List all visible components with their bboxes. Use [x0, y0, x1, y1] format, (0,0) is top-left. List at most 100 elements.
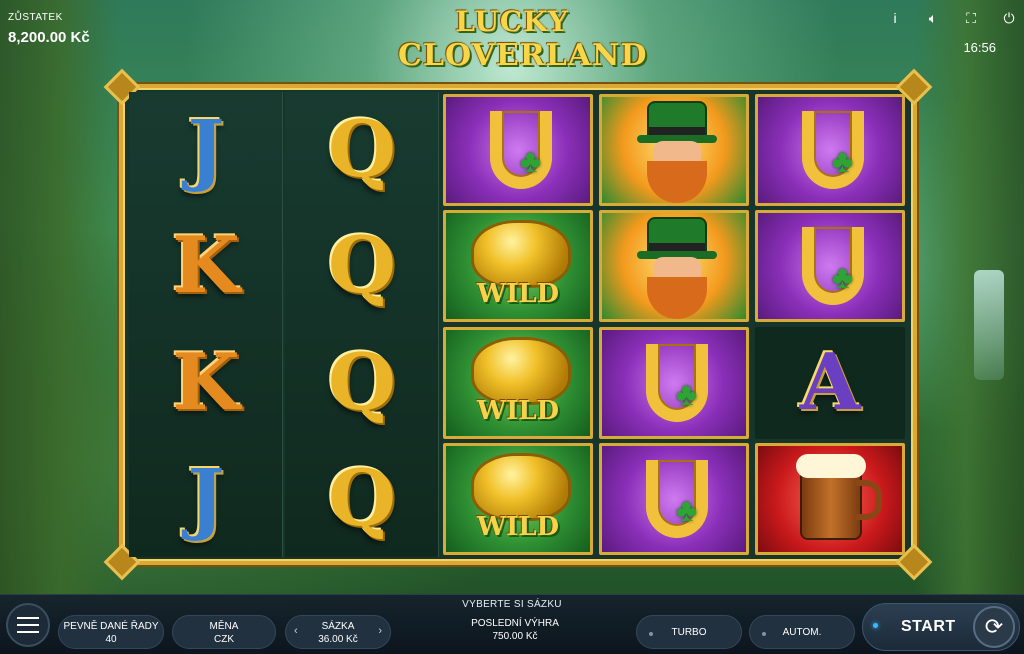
reels: JKKJ QQQQ ♣ WILD WILD WILD ♣ ♣ ♣ ♣ A — [129, 92, 907, 557]
start-label: START — [901, 618, 956, 635]
symbol-letter: Q — [328, 453, 396, 545]
reel-3: ♣ WILD WILD WILD — [441, 92, 595, 557]
symbol-letter: A — [799, 336, 861, 428]
symbol-horseshoe: ♣ — [597, 325, 751, 441]
bet-selector: ‹ SÁZKA 36.00 Kč › — [285, 615, 391, 649]
currency-value: CZK — [214, 634, 234, 645]
symbol-horseshoe: ♣ — [597, 442, 751, 558]
beer-mug-tile — [755, 443, 905, 556]
pot-of-gold-icon — [474, 456, 568, 519]
last-win: POSLEDNÍ VÝHRA 750.00 Kč — [440, 617, 590, 643]
symbol-letter: K — [172, 220, 240, 312]
clover-icon: ♣ — [520, 142, 541, 179]
fixed-lines-value: 40 — [105, 634, 117, 645]
currency-label: MĚNA — [209, 621, 239, 632]
reel-4: ♣ ♣ — [597, 92, 751, 557]
symbol-letter: J — [187, 453, 225, 545]
horseshoe-tile: ♣ — [599, 443, 749, 556]
symbol-k: K — [129, 325, 283, 441]
symbol-q: Q — [285, 209, 439, 325]
fixed-lines-label: PEVNĚ DANÉ ŘADY — [63, 621, 159, 632]
menu-button[interactable] — [6, 603, 50, 647]
reel-5: ♣ ♣ A — [753, 92, 907, 557]
turbo-label: TURBO — [671, 627, 707, 638]
pot-of-gold-icon — [474, 339, 568, 402]
reel-frame: JKKJ QQQQ ♣ WILD WILD WILD ♣ ♣ ♣ ♣ A — [103, 68, 933, 581]
currency-button[interactable]: MĚNA CZK — [172, 615, 276, 649]
balance-value: 8,200.00 Kč — [8, 29, 90, 46]
turbo-button[interactable]: TURBO — [636, 615, 742, 649]
wild-tile: WILD — [443, 210, 593, 323]
symbol-wild: WILD — [441, 442, 595, 558]
symbol-q: Q — [285, 92, 439, 208]
symbol-letter: Q — [328, 336, 396, 428]
symbol-leprechaun — [597, 92, 751, 208]
symbol-leprechaun — [597, 209, 751, 325]
game-logo: LUCKY CLOVERLAND — [398, 5, 648, 82]
symbol-horseshoe: ♣ — [441, 92, 595, 208]
start-button[interactable]: START ⟳ — [862, 603, 1020, 651]
bet-label: SÁZKA — [321, 621, 355, 632]
wild-label: WILD — [476, 279, 560, 310]
horseshoe-tile: ♣ — [755, 210, 905, 323]
balance-label: ZŮSTATEK — [8, 12, 63, 23]
logo-line-1: LUCKY — [455, 5, 569, 38]
wild-label: WILD — [476, 395, 560, 426]
symbol-q: Q — [285, 325, 439, 441]
horseshoe-tile: ♣ — [755, 93, 905, 206]
horseshoe-tile: ♣ — [443, 93, 593, 206]
clock: 16:56 — [963, 40, 996, 55]
leprechaun-tile — [599, 210, 749, 323]
symbol-letter: Q — [328, 103, 396, 195]
autoplay-button[interactable]: AUTOM. — [749, 615, 855, 649]
symbol-letter: Q — [328, 220, 396, 312]
menu-icon-bar — [17, 631, 39, 633]
power-icon[interactable]: ⏻ — [1002, 10, 1016, 27]
bottom-bar: VYBERTE SI SÁZKU PEVNĚ DANÉ ŘADY 40 MĚNA… — [0, 594, 1024, 654]
logo-line-2: CLOVERLAND — [398, 38, 648, 73]
symbol-q: Q — [285, 442, 439, 558]
leprechaun-icon — [637, 102, 717, 203]
menu-icon-bar — [17, 624, 39, 626]
beer-foam-icon — [796, 454, 866, 479]
symbol-tile: A — [755, 326, 905, 439]
mug-handle-icon — [856, 480, 882, 521]
symbol-letter: K — [172, 336, 240, 428]
top-controls: i 🔈︎ ⛶ ⏻ 16:56 — [886, 10, 1016, 60]
symbol-a: A — [753, 325, 907, 441]
bet-increase-button[interactable]: › — [378, 625, 382, 638]
symbol-beer-mug — [753, 442, 907, 558]
reel-2: QQQQ — [285, 92, 439, 557]
menu-icon-bar — [17, 617, 39, 619]
fullscreen-icon[interactable]: ⛶ — [964, 10, 978, 27]
leprechaun-tile — [599, 93, 749, 206]
bet-value: 36.00 Kč — [318, 634, 358, 645]
wild-label: WILD — [476, 512, 560, 543]
clover-icon: ♣ — [676, 492, 697, 529]
wild-tile: WILD — [443, 443, 593, 556]
turbo-indicator-icon — [649, 632, 653, 636]
balance-display: ZŮSTATEK 8,200.00 Kč — [8, 12, 90, 46]
autoplay-indicator-icon — [762, 632, 766, 636]
start-indicator-icon — [873, 623, 878, 628]
symbol-j: J — [129, 92, 283, 208]
symbol-wild: WILD — [441, 209, 595, 325]
bet-decrease-button[interactable]: ‹ — [294, 625, 298, 638]
last-win-value: 750.00 Kč — [492, 631, 538, 642]
spin-icon[interactable]: ⟳ — [973, 606, 1015, 648]
symbol-k: K — [129, 209, 283, 325]
clover-icon: ♣ — [832, 142, 853, 179]
symbol-letter: J — [187, 103, 225, 195]
speaker-icon[interactable]: 🔈︎ — [926, 10, 940, 27]
symbol-horseshoe: ♣ — [753, 209, 907, 325]
background-waterfall — [974, 270, 1004, 380]
background-tree-left — [0, 0, 120, 600]
symbol-horseshoe: ♣ — [753, 92, 907, 208]
wild-tile: WILD — [443, 326, 593, 439]
last-win-label: POSLEDNÍ VÝHRA — [471, 618, 559, 629]
info-icon[interactable]: i — [888, 10, 902, 27]
pot-of-gold-icon — [474, 223, 568, 286]
fixed-lines-button[interactable]: PEVNĚ DANÉ ŘADY 40 — [58, 615, 164, 649]
symbol-j: J — [129, 442, 283, 558]
clover-icon: ♣ — [676, 375, 697, 412]
